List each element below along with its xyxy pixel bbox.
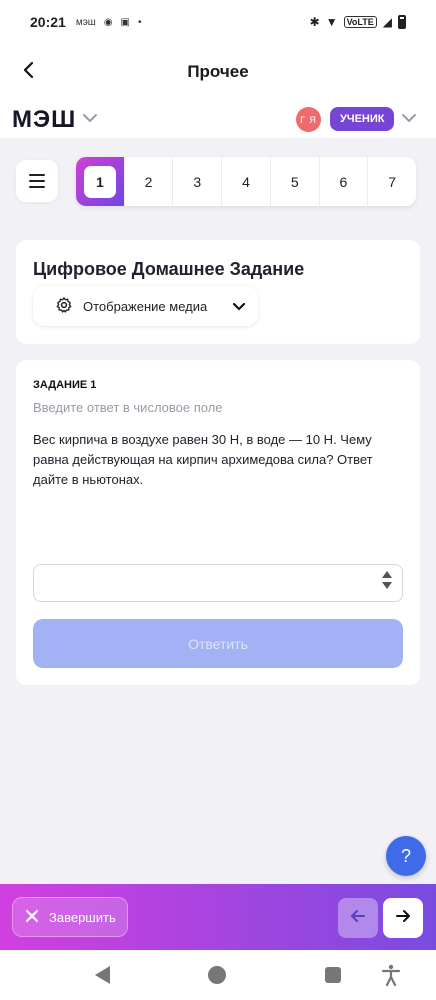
- status-bar: 20:21 мэш ◉ ▣ • ✱ ▼ VoLTE ◢: [0, 0, 436, 44]
- close-icon: [25, 909, 39, 926]
- answer-number-input[interactable]: [33, 564, 403, 602]
- task-tab-4[interactable]: 4: [221, 157, 270, 206]
- chevron-down-icon[interactable]: [401, 110, 417, 128]
- stepper-up-icon[interactable]: [382, 571, 392, 578]
- arrow-left-icon: [350, 909, 366, 928]
- finish-label: Завершить: [49, 909, 116, 925]
- number-stepper[interactable]: [382, 571, 392, 589]
- battery-icon: [398, 15, 406, 29]
- task-number: ЗАДАНИЕ 1: [33, 379, 97, 391]
- app-notification-icon: ▣: [120, 16, 130, 28]
- avatar[interactable]: Г Я: [296, 107, 321, 132]
- carrier-label: мэш: [75, 16, 96, 28]
- homework-card: Цифровое Домашнее Задание Отображение ме…: [16, 240, 420, 344]
- accessibility-icon[interactable]: [381, 964, 401, 991]
- media-display-button[interactable]: Отображение медиа: [33, 286, 258, 326]
- hamburger-icon: [29, 174, 45, 176]
- task-tab-5[interactable]: 5: [269, 157, 319, 206]
- tab-label: 1: [83, 165, 116, 198]
- previous-task-button[interactable]: [338, 898, 378, 938]
- task-tab-2[interactable]: 2: [123, 157, 173, 206]
- chevron-down-icon: [232, 299, 246, 314]
- arrow-right-icon: [395, 909, 411, 928]
- bottom-action-bar: Завершить: [0, 884, 436, 950]
- dot-icon: •: [138, 16, 142, 28]
- task-tab-6[interactable]: 6: [318, 157, 368, 206]
- nav-recents-icon[interactable]: [325, 967, 341, 983]
- wifi-icon: ▼: [325, 15, 338, 29]
- page-title: Прочее: [187, 62, 249, 81]
- gear-icon: [55, 296, 73, 317]
- menu-button[interactable]: [16, 160, 58, 202]
- signal-icon: ◢: [382, 15, 392, 29]
- volte-badge: VoLTE: [343, 16, 377, 28]
- task-card: ЗАДАНИЕ 1 Введите ответ в числовое поле …: [16, 360, 420, 685]
- stepper-down-icon[interactable]: [382, 582, 392, 589]
- role-badge[interactable]: УЧЕНИК: [330, 107, 395, 131]
- mesh-header: МЭШ Г Я УЧЕНИК: [0, 100, 436, 138]
- system-nav-bar: [0, 950, 436, 1000]
- homework-title: Цифровое Домашнее Задание: [33, 259, 305, 279]
- chrome-icon: ◉: [103, 16, 113, 28]
- task-tabs: 1 2 3 4 5 6 7: [76, 157, 416, 206]
- app-bar: Прочее: [0, 44, 436, 100]
- status-time: 20:21: [30, 14, 66, 30]
- task-tab-3[interactable]: 3: [172, 157, 221, 206]
- submit-answer-button[interactable]: Ответить: [33, 619, 403, 668]
- media-display-label: Отображение медиа: [83, 298, 208, 314]
- task-hint: Введите ответ в числовое поле: [33, 400, 223, 415]
- finish-button[interactable]: Завершить: [12, 897, 128, 937]
- back-arrow-icon[interactable]: [16, 56, 40, 84]
- task-tab-1[interactable]: 1: [76, 157, 124, 206]
- mesh-logo[interactable]: МЭШ: [12, 106, 76, 134]
- bluetooth-icon: ✱: [309, 15, 320, 29]
- task-question: Вес кирпича в воздухе равен 30 Н, в воде…: [33, 432, 373, 487]
- next-task-button[interactable]: [383, 898, 423, 938]
- help-button[interactable]: ?: [386, 836, 426, 876]
- chevron-down-icon[interactable]: [82, 110, 98, 128]
- nav-back-icon[interactable]: [95, 966, 110, 984]
- task-tab-7[interactable]: 7: [367, 157, 416, 206]
- nav-home-icon[interactable]: [208, 966, 226, 984]
